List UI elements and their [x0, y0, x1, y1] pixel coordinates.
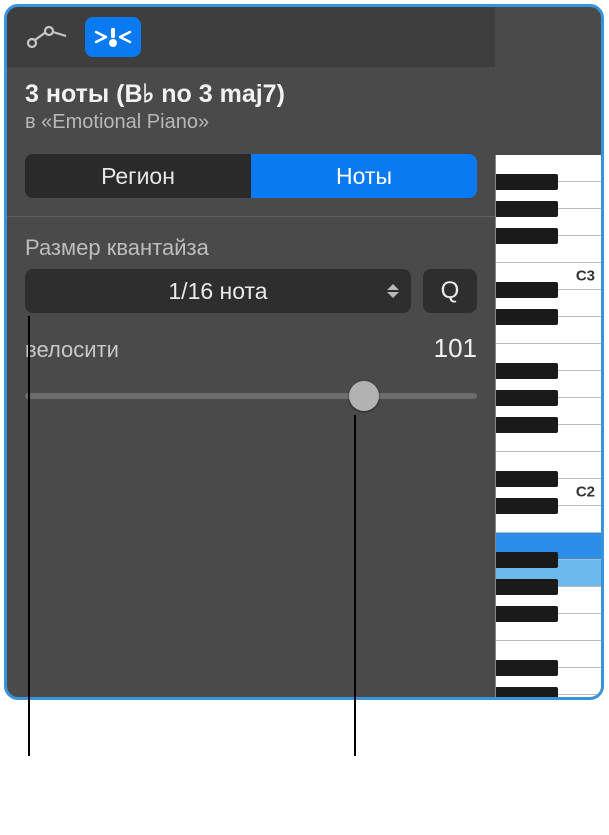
- black-key[interactable]: [496, 390, 558, 406]
- quantize-size-select[interactable]: 1/16 нота: [25, 269, 411, 313]
- key-label-c2: C2: [576, 484, 595, 501]
- piano-keyboard[interactable]: C3 C2: [495, 155, 601, 697]
- inspector-panel: 3 ноты (B♭ no 3 maj7) в «Emotional Piano…: [4, 4, 604, 700]
- black-key[interactable]: [496, 201, 558, 217]
- velocity-slider[interactable]: [25, 376, 477, 416]
- slider-thumb[interactable]: [349, 381, 379, 411]
- automation-mode-button[interactable]: [19, 17, 75, 57]
- black-key[interactable]: [496, 417, 558, 433]
- black-key[interactable]: [496, 471, 558, 487]
- callout-line-quantize: [28, 316, 30, 756]
- velocity-label: велосити: [25, 337, 119, 363]
- selection-title: 3 ноты (B♭ no 3 maj7): [25, 79, 477, 109]
- callout-line-velocity: [354, 415, 356, 756]
- toolbar: [7, 7, 495, 67]
- black-key[interactable]: [496, 174, 558, 190]
- quantize-size-value: 1/16 нота: [168, 278, 267, 305]
- black-key[interactable]: [496, 282, 558, 298]
- apply-quantize-button[interactable]: Q: [423, 269, 477, 313]
- black-key[interactable]: [496, 579, 558, 595]
- notes-mode-button[interactable]: [85, 17, 141, 57]
- tab-notes[interactable]: Ноты: [251, 154, 477, 198]
- quantize-row: 1/16 нота Q: [7, 269, 495, 313]
- black-key[interactable]: [496, 606, 558, 622]
- key-label-c3: C3: [576, 268, 595, 285]
- tab-region[interactable]: Регион: [25, 154, 251, 198]
- velocity-value[interactable]: 101: [434, 333, 477, 364]
- selection-subtitle: в «Emotional Piano»: [25, 111, 477, 134]
- selection-info: 3 ноты (B♭ no 3 maj7) в «Emotional Piano…: [7, 67, 495, 140]
- slider-track: [25, 393, 477, 399]
- velocity-row: велосити 101: [7, 313, 495, 370]
- black-key[interactable]: [496, 498, 558, 514]
- inspector-tabs: Регион Ноты: [25, 154, 477, 198]
- automation-icon: [26, 25, 68, 49]
- black-key[interactable]: [496, 363, 558, 379]
- select-stepper-icon: [387, 284, 399, 298]
- black-key[interactable]: [496, 228, 558, 244]
- quantize-section-label: Размер квантайза: [7, 217, 495, 269]
- black-key[interactable]: [496, 552, 558, 568]
- notes-mode-icon: [92, 24, 134, 50]
- black-key[interactable]: [496, 660, 558, 676]
- black-key[interactable]: [496, 687, 558, 700]
- black-key[interactable]: [496, 309, 558, 325]
- inspector-content: 3 ноты (B♭ no 3 maj7) в «Emotional Piano…: [7, 7, 495, 697]
